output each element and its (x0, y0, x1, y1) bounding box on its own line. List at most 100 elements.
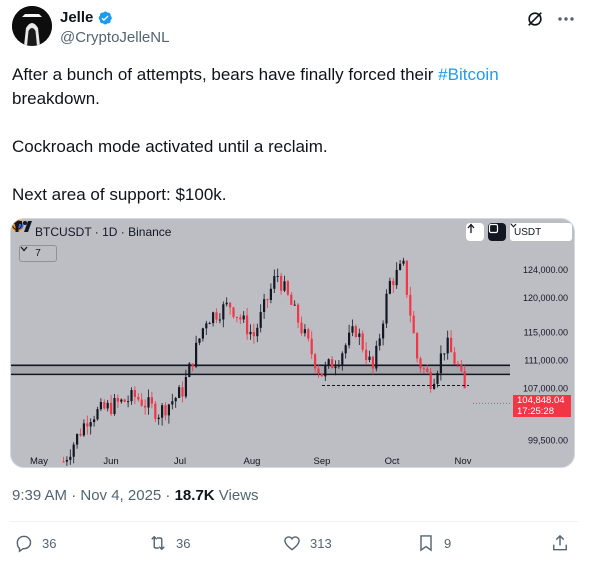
candle-body (297, 304, 300, 323)
candle-body (368, 356, 371, 360)
candle-body (422, 368, 425, 370)
candle-body (252, 331, 255, 337)
bookmark-count: 9 (444, 535, 452, 551)
candle-body (450, 337, 453, 353)
candle-body (273, 276, 276, 289)
candle-body (133, 390, 136, 397)
tweet-actions: 36 36 313 9 (14, 533, 574, 559)
author-name[interactable]: Jelle (60, 9, 113, 26)
heart-icon (284, 536, 300, 551)
candle-body (314, 354, 317, 369)
candle-body (167, 404, 170, 416)
candle-body (436, 373, 439, 384)
candle-body (453, 352, 456, 364)
candle-body (164, 405, 167, 416)
candle-body (354, 326, 357, 337)
candle-body (280, 275, 283, 291)
candle-body (399, 263, 402, 270)
candle-body (283, 281, 286, 291)
candle-body (412, 315, 415, 334)
last-price-value: 104,848.04 (517, 395, 565, 406)
x-tick-label: Nov (455, 456, 472, 467)
support-zone (11, 365, 510, 375)
bookmark-button[interactable]: 9 (416, 533, 451, 553)
repost-button[interactable]: 36 (148, 533, 190, 553)
candle-body (290, 294, 293, 305)
avatar[interactable] (12, 6, 52, 46)
y-tick-label: 124,000.00 (523, 265, 568, 275)
y-tick-label: 115,000.00 (524, 328, 568, 338)
y-tick-label: 107,000.00 (523, 383, 568, 393)
bookmark-icon (420, 535, 432, 552)
candle-body (110, 402, 113, 414)
candle-body (140, 399, 143, 406)
candle-body (426, 368, 429, 372)
screenshot-icon (488, 223, 499, 234)
currency-select[interactable]: USDT (510, 223, 572, 241)
chevron-down-icon (510, 223, 517, 228)
indicator-count: 7 (35, 248, 41, 259)
candle-body (144, 405, 147, 408)
candle-body (371, 356, 374, 369)
currency-label: USDT (514, 226, 542, 238)
author-handle[interactable]: @CryptoJelleNL (60, 29, 169, 46)
candle-body (232, 307, 235, 317)
candle-body (429, 371, 432, 389)
verified-badge-icon (99, 10, 113, 25)
indicator-fold-button[interactable]: 7 (19, 245, 57, 262)
tweet-meta: 9:39 AM · Nov 4, 2025 · 18.7K Views (12, 487, 259, 504)
candle-body (99, 401, 102, 410)
tweet-paragraph-3: Next area of support: $100k. (12, 185, 227, 204)
candle-body (351, 326, 354, 333)
candle-body (96, 409, 99, 420)
chart-symbol-title: BTCUSDT · 1D · Binance (35, 225, 172, 239)
candle-body (218, 319, 221, 321)
candle-body (222, 304, 225, 320)
grok-icon[interactable] (526, 10, 544, 28)
tweet-paragraph-2: Cockroach mode activated until a reclaim… (12, 137, 328, 156)
tweet-paragraph-1: After a bunch of attempts, bears have fi… (12, 63, 572, 111)
candle-body (334, 366, 337, 369)
tweet-timestamp[interactable]: 9:39 AM · Nov 4, 2025 · (12, 487, 175, 504)
x-tick-label: May (30, 456, 48, 467)
x-tick-label: Jun (103, 456, 118, 467)
hashtag-link[interactable]: #Bitcoin (438, 65, 498, 84)
candle-body (263, 299, 266, 312)
candle-body (249, 331, 252, 335)
candle-body (72, 444, 75, 457)
candle-body (385, 293, 388, 324)
candle-body (174, 397, 177, 402)
candle-body (337, 364, 340, 367)
reply-button[interactable]: 36 (14, 533, 56, 553)
candle-body (317, 368, 320, 374)
candle-body (382, 323, 385, 339)
snapshot-button[interactable] (488, 223, 506, 241)
candle-body (93, 419, 96, 423)
tweet-header: Jelle @CryptoJelleNL (12, 6, 578, 50)
candle-body (154, 403, 157, 420)
reply-icon (16, 535, 32, 553)
candle-body (76, 433, 79, 445)
candle-body (130, 390, 133, 402)
candle-body (147, 397, 150, 408)
candle-body (331, 359, 334, 369)
y-tick-label: 111,000.00 (524, 355, 568, 365)
like-button[interactable]: 313 (282, 533, 332, 553)
arrow-up-icon (467, 223, 475, 233)
candle-body (127, 401, 130, 403)
share-arrow-button[interactable] (466, 223, 484, 241)
candle-body (416, 333, 419, 359)
more-options-icon[interactable] (556, 10, 576, 28)
candlestick-chart: May Jun Jul Aug Sep Oct Nov 124,000.00 120,000.0… (11, 257, 568, 467)
chart-image[interactable]: May Jun Jul Aug Sep Oct Nov 124,000.00 120,000.0… (10, 218, 575, 468)
settings-gear-icon[interactable] (11, 219, 23, 231)
candle-body (239, 317, 242, 320)
tweet-text-part: After a bunch of attempts, bears have fi… (12, 65, 439, 84)
candle-body (266, 299, 269, 301)
candle-body (62, 461, 65, 463)
divider (10, 521, 578, 522)
candle-body (161, 405, 164, 418)
author-name-text[interactable]: Jelle (60, 9, 93, 26)
candle-body (171, 401, 174, 405)
share-button[interactable] (550, 533, 570, 553)
